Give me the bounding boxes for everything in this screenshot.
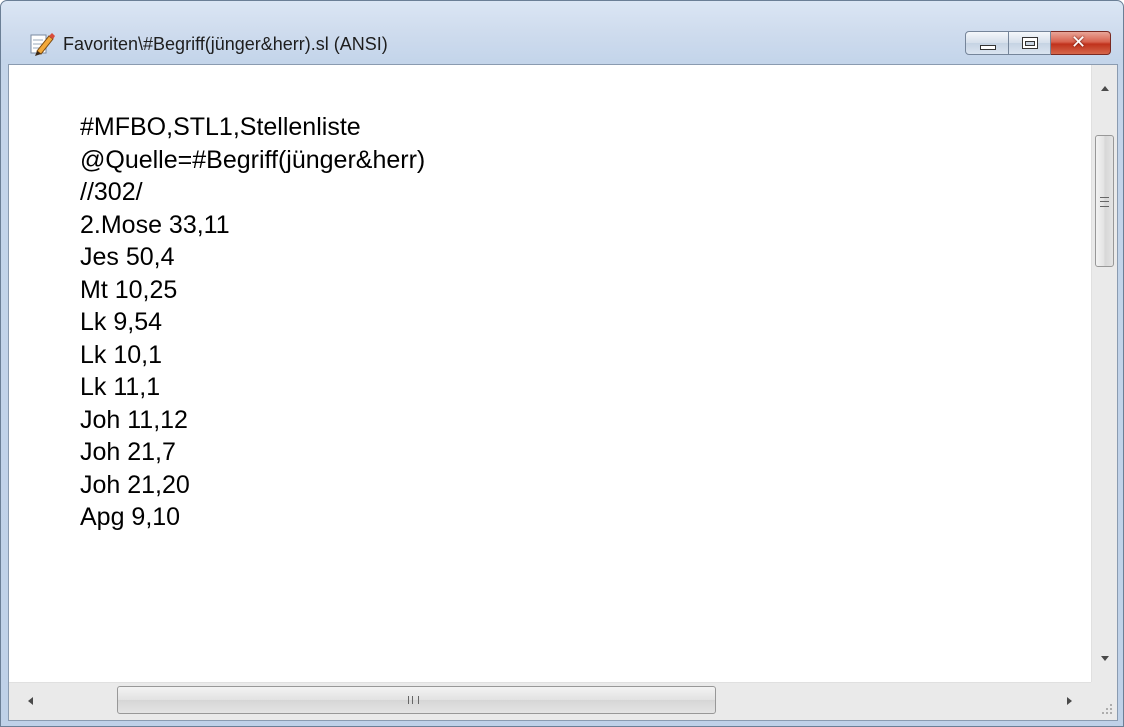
close-icon: ✕ <box>1071 32 1087 53</box>
text-line: Joh 21,7 <box>80 438 176 466</box>
editor-window: Favoriten\#Begriff(jünger&herr).sl (ANSI… <box>0 0 1124 727</box>
scroll-right-arrow-icon[interactable] <box>1051 683 1091 721</box>
text-line: 2.Mose 33,11 <box>80 210 230 239</box>
vertical-scrollbar[interactable] <box>1091 65 1117 682</box>
minimize-icon <box>980 45 996 50</box>
grip-icon <box>1100 197 1109 207</box>
close-button[interactable]: ✕ <box>1051 31 1111 55</box>
text-line: @Quelle=#Begriff(jünger&herr) <box>80 145 426 174</box>
text-line: Mt 10,25 <box>80 275 178 304</box>
text-line: Lk 10,1 <box>80 340 163 369</box>
text-content: #MFBO,STL1,Stellenliste @Quelle=#Begriff… <box>80 111 425 534</box>
scroll-down-arrow-icon[interactable] <box>1092 642 1118 682</box>
text-line: Jes 50,4 <box>80 243 175 271</box>
text-editor[interactable]: #MFBO,STL1,Stellenliste @Quelle=#Begriff… <box>9 65 1091 682</box>
text-line: Lk 11,1 <box>80 373 161 401</box>
scroll-up-arrow-icon[interactable] <box>1092 65 1118 105</box>
scroll-left-arrow-icon[interactable] <box>9 683 49 721</box>
resize-grip-icon <box>1102 704 1112 714</box>
vertical-scroll-thumb[interactable] <box>1095 135 1114 267</box>
text-line: //302/ <box>80 178 143 206</box>
caption-buttons: ✕ <box>965 31 1111 57</box>
horizontal-scrollbar[interactable] <box>9 682 1091 720</box>
maximize-icon <box>1022 37 1038 49</box>
text-line: Apg 9,10 <box>80 503 181 531</box>
size-grip[interactable] <box>1091 682 1117 720</box>
text-line: Joh 11,12 <box>80 405 188 434</box>
horizontal-scroll-thumb[interactable] <box>117 686 716 714</box>
pencil-icon <box>30 33 55 56</box>
text-line: #MFBO,STL1,Stellenliste <box>80 113 361 141</box>
title-bar[interactable]: Favoriten\#Begriff(jünger&herr).sl (ANSI… <box>1 1 1123 56</box>
maximize-button[interactable] <box>1009 31 1051 55</box>
grip-icon <box>408 696 419 704</box>
client-area: #MFBO,STL1,Stellenliste @Quelle=#Begriff… <box>8 64 1118 721</box>
text-line: Joh 21,20 <box>80 470 190 499</box>
text-line: Lk 9,54 <box>80 308 163 336</box>
window-title: Favoriten\#Begriff(jünger&herr).sl (ANSI… <box>63 34 388 54</box>
minimize-button[interactable] <box>965 31 1009 55</box>
